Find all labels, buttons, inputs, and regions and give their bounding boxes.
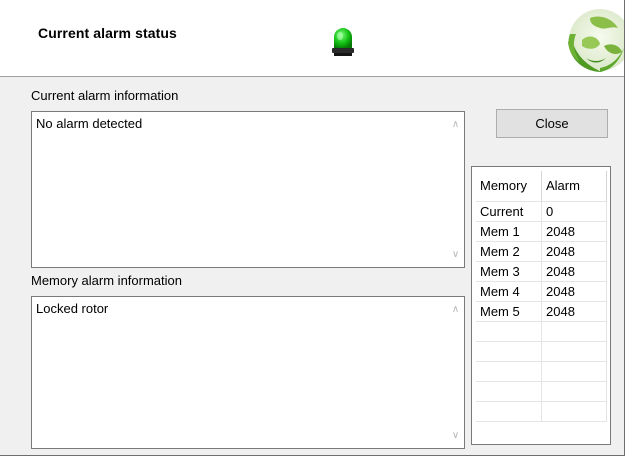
cell-alarm: 2048 (541, 241, 607, 262)
current-alarm-scrollbar[interactable]: ∧ ∨ (447, 112, 464, 267)
table-row[interactable]: Mem 5 2048 (476, 301, 607, 322)
cell-memory: Mem 3 (476, 261, 542, 282)
current-alarm-textbox[interactable]: No alarm detected ∧ ∨ (31, 111, 465, 268)
globe-leaf-logo-icon (560, 0, 624, 76)
scroll-down-icon[interactable]: ∨ (447, 427, 464, 444)
table-row[interactable]: Mem 1 2048 (476, 221, 607, 242)
table-header-row: Memory Alarm (476, 171, 607, 202)
cell-memory: Mem 2 (476, 241, 542, 262)
current-alarm-label: Current alarm information (31, 88, 179, 103)
page-title: Current alarm status (38, 25, 177, 41)
empty-row (476, 321, 607, 342)
alarm-memory-table[interactable]: Memory Alarm Current 0 Mem 1 2048 Mem 2 … (471, 166, 611, 445)
empty-row (476, 381, 607, 402)
memory-alarm-textbox[interactable]: Locked rotor ∧ ∨ (31, 296, 465, 449)
empty-row (476, 401, 607, 422)
memory-alarm-scrollbar[interactable]: ∧ ∨ (447, 297, 464, 448)
cell-alarm: 2048 (541, 281, 607, 302)
memory-alarm-text: Locked rotor (36, 301, 109, 316)
cell-alarm: 2048 (541, 301, 607, 322)
table-row[interactable]: Current 0 (476, 201, 607, 222)
scroll-up-icon[interactable]: ∧ (447, 116, 464, 133)
cell-alarm: 2048 (541, 221, 607, 242)
cell-memory: Mem 4 (476, 281, 542, 302)
current-alarm-text: No alarm detected (36, 116, 143, 131)
alarm-status-window: Current alarm status Current alarm infor… (0, 0, 625, 456)
table-row[interactable]: Mem 4 2048 (476, 281, 607, 302)
close-button[interactable]: Close (496, 109, 608, 138)
table-row[interactable]: Mem 3 2048 (476, 261, 607, 282)
memory-alarm-label: Memory alarm information (31, 273, 182, 288)
cell-memory: Mem 5 (476, 301, 542, 322)
cell-alarm: 2048 (541, 261, 607, 282)
empty-row (476, 361, 607, 382)
empty-row (476, 341, 607, 362)
column-header-memory[interactable]: Memory (476, 171, 542, 202)
cell-memory: Mem 1 (476, 221, 542, 242)
header-banner: Current alarm status (0, 0, 624, 77)
status-led-icon (332, 28, 354, 56)
column-header-alarm[interactable]: Alarm (541, 171, 607, 202)
cell-alarm: 0 (541, 201, 607, 222)
cell-memory: Current (476, 201, 542, 222)
scroll-down-icon[interactable]: ∨ (447, 246, 464, 263)
table-row[interactable]: Mem 2 2048 (476, 241, 607, 262)
scroll-up-icon[interactable]: ∧ (447, 301, 464, 318)
